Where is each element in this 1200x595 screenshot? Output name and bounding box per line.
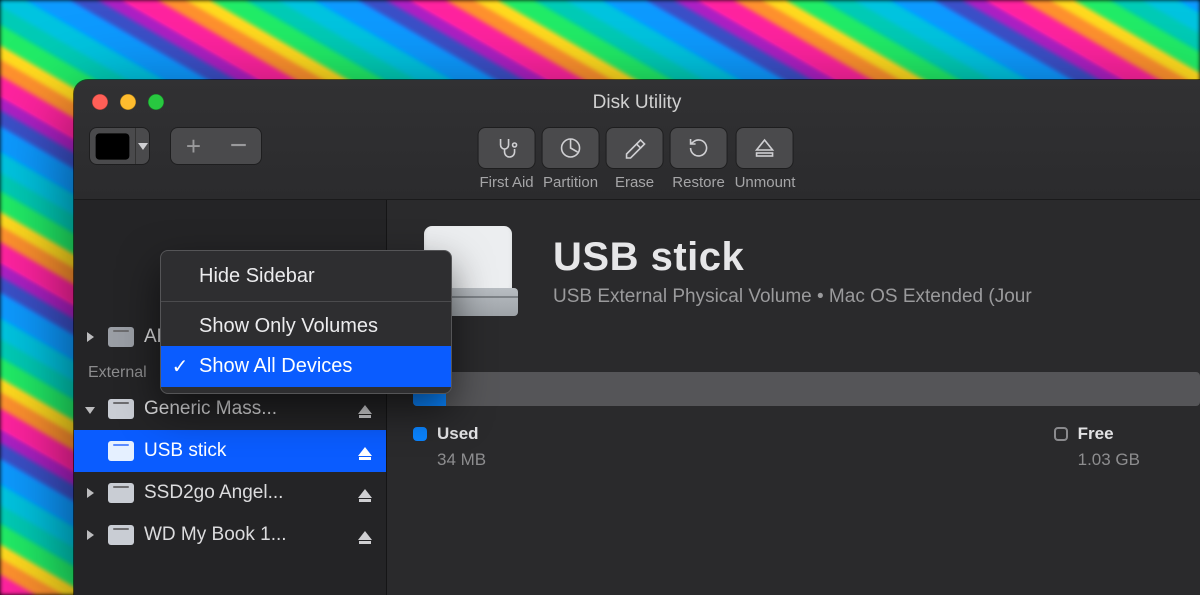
first-aid-button[interactable]: First Aid <box>479 128 535 191</box>
checkmark-icon: ✓ <box>171 354 189 379</box>
window-title: Disk Utility <box>74 92 1200 114</box>
free-value: 1.03 GB <box>1078 450 1140 470</box>
volume-subtitle: USB External Physical Volume • Mac OS Ex… <box>553 286 1032 308</box>
content-pane: USB stick USB External Physical Volume •… <box>387 200 1200 595</box>
unmount-label: Unmount <box>735 174 796 191</box>
sidebar-item-wd-mybook[interactable]: WD My Book 1... <box>74 514 386 556</box>
erase-button[interactable]: Erase <box>607 128 663 191</box>
sidebar-item-usb-stick[interactable]: USB stick <box>74 430 386 472</box>
sidebar-item-label: Generic Mass... <box>144 398 348 420</box>
menu-show-only-volumes[interactable]: Show Only Volumes <box>161 307 451 346</box>
eject-icon[interactable] <box>358 524 376 546</box>
usage-bar <box>413 372 1200 406</box>
restore-button[interactable]: Restore <box>671 128 727 191</box>
sidebar-toggle-icon <box>90 128 135 164</box>
disclosure-triangle-icon[interactable] <box>82 402 98 417</box>
eject-icon[interactable] <box>358 398 376 420</box>
sidebar-item-label: WD My Book 1... <box>144 524 348 546</box>
disclosure-triangle-icon[interactable] <box>82 486 98 501</box>
partition-label: Partition <box>543 174 598 191</box>
menu-hide-sidebar[interactable]: Hide Sidebar <box>161 257 451 296</box>
sidebar-item-ssd2go[interactable]: SSD2go Angel... <box>74 472 386 514</box>
disk-utility-window: Disk Utility + − First Aid <box>74 80 1200 595</box>
window-controls <box>92 94 164 110</box>
internal-disk-icon <box>108 327 134 347</box>
legend-used: Used 34 MB <box>413 424 486 470</box>
menu-separator <box>161 301 451 302</box>
add-volume-button[interactable]: + <box>171 128 216 164</box>
menu-item-label: Hide Sidebar <box>199 265 315 288</box>
chevron-down-icon <box>135 128 149 164</box>
free-label: Free <box>1078 424 1114 444</box>
sidebar-item-label: SSD2go Angel... <box>144 482 348 504</box>
partition-icon <box>543 128 599 168</box>
erase-label: Erase <box>615 174 654 191</box>
external-disk-icon <box>108 441 134 461</box>
external-disk-icon <box>108 525 134 545</box>
toolbar-actions: First Aid Partition Erase Restore <box>479 128 796 191</box>
free-swatch-icon <box>1054 427 1068 441</box>
external-disk-icon <box>108 483 134 503</box>
sidebar-item-label: USB stick <box>144 440 348 462</box>
add-remove-volume: + − <box>171 128 261 164</box>
partition-button[interactable]: Partition <box>543 128 599 191</box>
erase-icon <box>607 128 663 168</box>
sidebar-item-generic-mass[interactable]: Generic Mass... <box>74 388 386 430</box>
minimize-window-button[interactable] <box>120 94 136 110</box>
disclosure-triangle-icon[interactable] <box>82 330 98 345</box>
menu-item-label: Show All Devices <box>199 355 352 378</box>
external-disk-icon <box>108 399 134 419</box>
used-label: Used <box>437 424 479 444</box>
eject-icon[interactable] <box>358 482 376 504</box>
view-menu: Hide Sidebar Show Only Volumes ✓ Show Al… <box>160 250 452 394</box>
unmount-button[interactable]: Unmount <box>735 128 796 191</box>
eject-icon[interactable] <box>358 440 376 462</box>
toolbar-left: + − <box>90 128 261 164</box>
titlebar: Disk Utility + − First Aid <box>74 80 1200 200</box>
usage-section: Used 34 MB Free 1.03 GB <box>413 372 1200 470</box>
disclosure-triangle-icon[interactable] <box>82 528 98 543</box>
volume-name: USB stick <box>553 235 1032 280</box>
used-value: 34 MB <box>437 450 486 470</box>
restore-label: Restore <box>672 174 725 191</box>
legend-free: Free 1.03 GB <box>1054 424 1140 470</box>
menu-item-label: Show Only Volumes <box>199 315 378 338</box>
menu-show-all-devices[interactable]: ✓ Show All Devices <box>161 346 451 387</box>
first-aid-label: First Aid <box>479 174 533 191</box>
close-window-button[interactable] <box>92 94 108 110</box>
stethoscope-icon <box>479 128 535 168</box>
eject-icon <box>737 128 793 168</box>
used-swatch-icon <box>413 427 427 441</box>
restore-icon <box>671 128 727 168</box>
remove-volume-button[interactable]: − <box>216 128 261 164</box>
view-dropdown-button[interactable] <box>90 128 149 164</box>
zoom-window-button[interactable] <box>148 94 164 110</box>
volume-header: USB stick USB External Physical Volume •… <box>413 222 1200 320</box>
